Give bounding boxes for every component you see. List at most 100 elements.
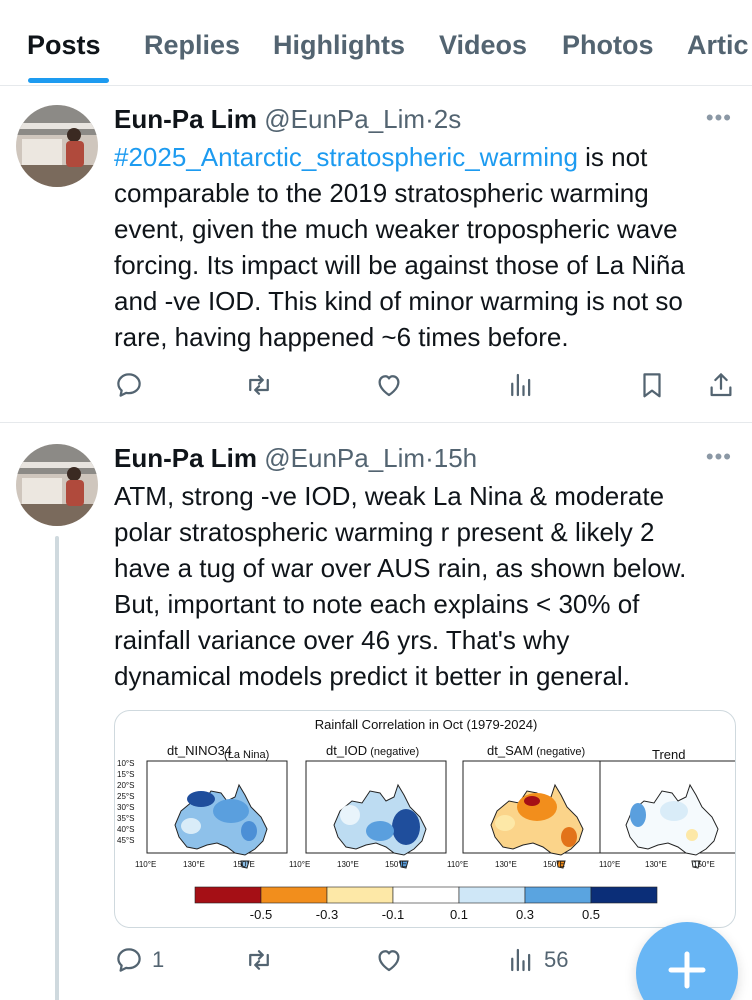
- post-text-line: and -ve IOD. This kind of minor warming …: [114, 286, 683, 316]
- tab-photos[interactable]: Photos: [562, 30, 654, 61]
- post-text-line: forcing. Its impact will be against thos…: [114, 250, 685, 280]
- separator-dot: ·: [425, 443, 434, 473]
- bookmark-icon: [643, 373, 661, 398]
- separator-dot: ·: [425, 104, 434, 134]
- post-header: Eun-Pa Lim @EunPa_Lim·2s: [114, 103, 461, 135]
- author-handle[interactable]: @EunPa_Lim: [264, 104, 425, 134]
- svg-text:25°S: 25°S: [117, 792, 134, 801]
- svg-text:0.3: 0.3: [516, 907, 534, 922]
- svg-text:110°E: 110°E: [289, 860, 310, 869]
- like-icon: [378, 950, 400, 972]
- share-button[interactable]: [706, 365, 736, 405]
- post-text-line: is not: [577, 142, 648, 172]
- reply-button[interactable]: 1: [114, 940, 164, 980]
- svg-text:110°E: 110°E: [599, 860, 620, 869]
- avatar[interactable]: [16, 105, 98, 187]
- post-header: Eun-Pa Lim @EunPa_Lim·15h: [114, 442, 477, 474]
- more-icon[interactable]: •••: [706, 444, 732, 470]
- panel-title: dt_IOD (negative): [326, 743, 419, 758]
- more-icon[interactable]: •••: [706, 105, 732, 131]
- views-icon: [511, 948, 531, 972]
- bookmark-button[interactable]: [637, 365, 667, 405]
- post-text: #2025_Antarctic_stratospheric_warming is…: [114, 139, 744, 355]
- latitude-ticks: 10°S 15°S 20°S 25°S 30°S 35°S 40°S 45°S: [117, 759, 134, 845]
- post-text-line: comparable to the 2019 stratospheric war…: [114, 178, 649, 208]
- svg-text:150°E: 150°E: [385, 860, 407, 869]
- post-text-line: have a tug of war over AUS rain, as show…: [114, 553, 687, 583]
- views-icon: [511, 373, 531, 397]
- colorbar-labels: -0.5 -0.3 -0.1 0.1 0.3 0.5: [250, 907, 600, 922]
- repost-button[interactable]: [244, 365, 282, 405]
- post-text-line: polar stratospheric warming r present & …: [114, 517, 655, 547]
- post-actions: [114, 365, 744, 405]
- svg-text:130°E: 130°E: [337, 860, 359, 869]
- repost-icon: [249, 375, 269, 395]
- share-icon: [710, 373, 732, 397]
- svg-text:0.5: 0.5: [582, 907, 600, 922]
- active-tab-indicator: [28, 78, 109, 83]
- post-text: ATM, strong -ve IOD, weak La Nina & mode…: [114, 478, 744, 694]
- svg-text:20°S: 20°S: [117, 781, 134, 790]
- repost-icon: [249, 950, 269, 970]
- svg-text:30°S: 30°S: [117, 803, 134, 812]
- tab-articles[interactable]: Artic: [687, 30, 749, 61]
- colorbar: [194, 886, 658, 904]
- svg-text:130°E: 130°E: [495, 860, 517, 869]
- longitude-ticks: 110°E 130°E 150°E 110°E 130°E 150°E 110°…: [135, 860, 715, 869]
- post-text-line: event, given the much weaker tropospheri…: [114, 214, 678, 244]
- reply-icon: [117, 373, 141, 397]
- reply-icon: [117, 948, 141, 972]
- svg-text:130°E: 130°E: [183, 860, 205, 869]
- svg-text:-0.1: -0.1: [382, 907, 404, 922]
- like-icon: [378, 375, 400, 397]
- author-name[interactable]: Eun-Pa Lim: [114, 443, 257, 473]
- svg-text:110°E: 110°E: [135, 860, 156, 869]
- svg-text:15°S: 15°S: [117, 770, 134, 779]
- svg-text:35°S: 35°S: [117, 814, 134, 823]
- svg-text:10°S: 10°S: [117, 759, 134, 768]
- repost-button[interactable]: [244, 940, 282, 980]
- reply-button[interactable]: [114, 365, 152, 405]
- svg-text:150°E: 150°E: [693, 860, 715, 869]
- views-button[interactable]: 56: [506, 940, 568, 980]
- svg-text:45°S: 45°S: [117, 836, 134, 845]
- tab-replies[interactable]: Replies: [144, 30, 240, 61]
- post-text-line: ATM, strong -ve IOD, weak La Nina & mode…: [114, 481, 665, 511]
- profile-tabs: Posts Replies Highlights Videos Photos A…: [0, 0, 752, 86]
- post-time[interactable]: 15h: [434, 443, 477, 473]
- panel-title: dt_SAM (negative): [487, 743, 585, 758]
- thread-line: [55, 536, 59, 1000]
- figure-title: Rainfall Correlation in Oct (1979-2024): [315, 717, 538, 732]
- post-text-line: rainfall variance over 46 yrs. That's wh…: [114, 625, 570, 655]
- tab-highlights[interactable]: Highlights: [273, 30, 405, 61]
- author-handle[interactable]: @EunPa_Lim: [264, 443, 425, 473]
- views-count: 56: [544, 947, 569, 972]
- reply-count: 1: [152, 947, 165, 972]
- hashtag-link[interactable]: #2025_Antarctic_stratospheric_warming: [114, 142, 578, 172]
- post[interactable]: Eun-Pa Lim @EunPa_Lim·15h ••• ATM, stron…: [0, 424, 752, 1000]
- post-image[interactable]: Rainfall Correlation in Oct (1979-2024) …: [114, 710, 736, 928]
- views-button[interactable]: [506, 365, 544, 405]
- svg-text:150°E: 150°E: [233, 860, 255, 869]
- post-text-line: But, important to note each explains < 3…: [114, 589, 640, 619]
- svg-text:40°S: 40°S: [117, 825, 134, 834]
- svg-text:-0.5: -0.5: [250, 907, 272, 922]
- compose-icon: [668, 951, 706, 989]
- svg-text:-0.3: -0.3: [316, 907, 338, 922]
- svg-text:0.1: 0.1: [450, 907, 468, 922]
- tab-videos[interactable]: Videos: [439, 30, 527, 61]
- tab-posts[interactable]: Posts: [27, 30, 101, 61]
- post-time[interactable]: 2s: [434, 104, 461, 134]
- svg-text:130°E: 130°E: [645, 860, 667, 869]
- post[interactable]: Eun-Pa Lim @EunPa_Lim·2s ••• #2025_Antar…: [0, 87, 752, 423]
- panel-title: dt_NINO34(La Nina): [167, 743, 269, 761]
- svg-text:110°E: 110°E: [447, 860, 468, 869]
- post-text-line: dynamical models predict it better in ge…: [114, 661, 630, 691]
- svg-text:150°E: 150°E: [543, 860, 565, 869]
- author-name[interactable]: Eun-Pa Lim: [114, 104, 257, 134]
- avatar[interactable]: [16, 444, 98, 526]
- panel-title: Trend: [652, 747, 685, 762]
- like-button[interactable]: [374, 940, 412, 980]
- like-button[interactable]: [374, 365, 412, 405]
- post-text-line: rare, having happened ~6 times before.: [114, 322, 569, 352]
